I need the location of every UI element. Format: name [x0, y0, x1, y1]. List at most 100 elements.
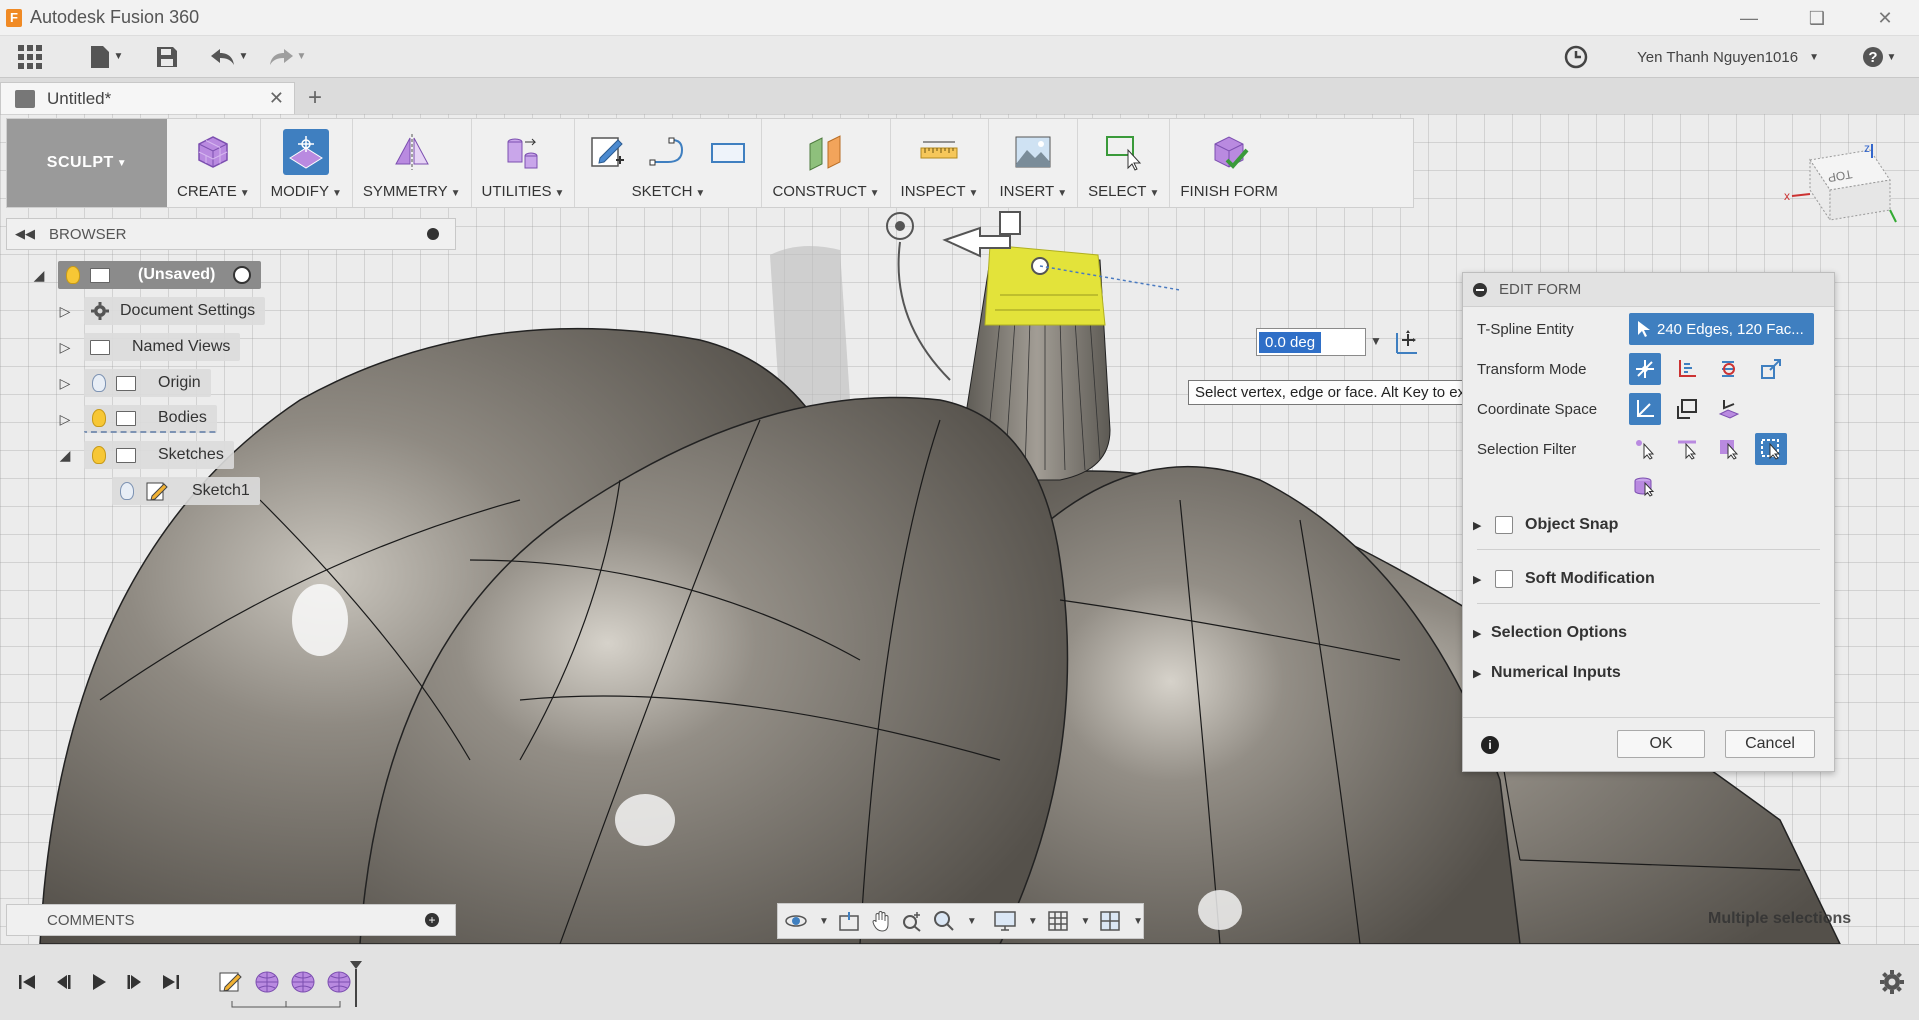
user-name[interactable]: Yen Thanh Nguyen1016	[1637, 49, 1798, 66]
help-button[interactable]: ? ▼	[1859, 36, 1899, 78]
rotate-icon[interactable]	[1713, 353, 1745, 385]
orbit-icon[interactable]	[784, 907, 808, 935]
chevron-down-icon[interactable]: ▼	[1809, 52, 1819, 63]
expand-arrow-icon[interactable]: ▷	[56, 339, 74, 356]
symmetry-icon[interactable]	[389, 129, 435, 175]
edge-filter-icon[interactable]	[1671, 433, 1703, 465]
zoom-icon[interactable]	[900, 907, 924, 935]
edit-form-header[interactable]: EDIT FORM	[1463, 273, 1834, 307]
go-to-end-button[interactable]	[156, 967, 186, 997]
visibility-bulb-icon[interactable]	[120, 482, 134, 500]
create-box-icon[interactable]	[190, 129, 236, 175]
browser-panel-header[interactable]: ◀◀ BROWSER	[6, 218, 456, 250]
add-comment-icon[interactable]: +	[425, 913, 439, 927]
workspace-switcher[interactable]: SCULPT ▼	[7, 119, 167, 207]
visibility-bulb-icon[interactable]	[92, 446, 106, 464]
tree-node-root[interactable]: ◢ (Unsaved)	[30, 260, 262, 290]
undo-button[interactable]: ▼	[204, 36, 254, 78]
create-group[interactable]: CREATE ▼	[167, 119, 261, 207]
translate-icon[interactable]	[1671, 353, 1703, 385]
chevron-down-icon[interactable]: ▼	[1133, 916, 1143, 927]
object-snap-checkbox[interactable]	[1495, 516, 1513, 534]
collapse-dialog-icon[interactable]	[1473, 282, 1487, 297]
measure-ruler-icon[interactable]	[916, 129, 962, 175]
construct-group[interactable]: CONSTRUCT ▼	[762, 119, 891, 207]
chevron-down-icon[interactable]: ▼	[1370, 334, 1382, 348]
step-forward-button[interactable]	[120, 967, 150, 997]
step-back-button[interactable]	[48, 967, 78, 997]
minimize-button[interactable]: —	[1715, 0, 1783, 36]
tree-node-named-views[interactable]: ▷ Named Views	[56, 332, 241, 362]
select-group[interactable]: SELECT ▼	[1078, 119, 1171, 207]
viewports-icon[interactable]	[1098, 907, 1122, 935]
local-space-icon[interactable]	[1713, 393, 1745, 425]
construct-plane-icon[interactable]	[803, 129, 849, 175]
multi-transform-icon[interactable]	[1629, 353, 1661, 385]
chevron-down-icon[interactable]: ▼	[967, 916, 977, 927]
chevron-down-icon[interactable]: ▼	[1080, 916, 1090, 927]
sketch-rectangle-icon[interactable]	[705, 129, 751, 175]
job-status-button[interactable]	[1551, 36, 1601, 78]
display-settings-icon[interactable]	[993, 907, 1017, 935]
cancel-button[interactable]: Cancel	[1725, 730, 1815, 758]
manipulator-options-icon[interactable]	[1394, 330, 1420, 356]
collapse-browser-icon[interactable]: ◀◀	[15, 226, 35, 242]
numerical-inputs-section[interactable]: ▶ Numerical Inputs	[1463, 653, 1834, 693]
soft-modification-section[interactable]: ▶ Soft Modification	[1463, 559, 1834, 599]
tree-node-sketch1[interactable]: Sketch1	[112, 476, 260, 506]
visibility-bulb-icon[interactable]	[66, 266, 80, 284]
expand-arrow-icon[interactable]: ▶	[1473, 519, 1491, 532]
play-button[interactable]	[84, 967, 114, 997]
close-tab-icon[interactable]: ✕	[269, 88, 284, 109]
sketch-line-icon[interactable]	[645, 129, 691, 175]
document-tab[interactable]: Untitled* ✕	[0, 82, 295, 114]
object-snap-section[interactable]: ▶ Object Snap	[1463, 505, 1834, 545]
expand-arrow-icon[interactable]: ▷	[56, 375, 74, 392]
finish-form-group[interactable]: FINISH FORM	[1170, 119, 1288, 207]
timeline-marker[interactable]	[348, 959, 364, 1009]
insert-image-icon[interactable]	[1010, 129, 1056, 175]
pan-hand-icon[interactable]	[869, 907, 893, 935]
tree-node-sketches[interactable]: ◢ Sketches	[56, 440, 234, 470]
browser-minimize-icon[interactable]	[427, 228, 439, 240]
close-window-button[interactable]: ✕	[1851, 0, 1919, 36]
symmetry-group[interactable]: SYMMETRY ▼	[353, 119, 472, 207]
angle-input[interactable]: 0.0 deg	[1256, 328, 1366, 356]
face-filter-icon[interactable]	[1713, 433, 1745, 465]
activate-radio-icon[interactable]	[233, 266, 252, 284]
world-space-icon[interactable]	[1629, 393, 1661, 425]
expand-arrow-icon[interactable]: ▷	[56, 411, 74, 428]
restore-button[interactable]: ❑	[1783, 0, 1851, 36]
timeline-sketch-feature[interactable]	[216, 967, 246, 997]
chevron-down-icon[interactable]: ▼	[819, 916, 829, 927]
data-panel-button[interactable]	[0, 36, 60, 78]
tree-node-document-settings[interactable]: ▷ Document Settings	[56, 296, 266, 326]
body-filter-icon[interactable]	[1629, 469, 1661, 501]
expand-arrow-icon[interactable]: ▶	[1473, 667, 1491, 680]
finish-form-icon[interactable]	[1206, 129, 1252, 175]
tree-node-origin[interactable]: ▷ Origin	[56, 368, 211, 398]
info-icon[interactable]: i	[1481, 735, 1499, 754]
selection-options-section[interactable]: ▶ Selection Options	[1463, 613, 1834, 653]
vertex-filter-icon[interactable]	[1629, 433, 1661, 465]
sketch-group[interactable]: SKETCH ▼	[575, 119, 763, 207]
soft-modification-checkbox[interactable]	[1495, 570, 1513, 588]
comments-panel-header[interactable]: COMMENTS +	[6, 904, 456, 936]
expand-arrow-icon[interactable]: ▶	[1473, 573, 1491, 586]
insert-group[interactable]: INSERT ▼	[989, 119, 1079, 207]
collapse-arrow-icon[interactable]: ◢	[56, 447, 74, 464]
expand-arrow-icon[interactable]: ◢	[30, 267, 48, 284]
modify-group[interactable]: MODIFY ▼	[261, 119, 353, 207]
look-at-icon[interactable]	[837, 907, 861, 935]
timeline-form-feature[interactable]	[288, 967, 318, 997]
visibility-bulb-icon[interactable]	[92, 374, 106, 392]
view-space-icon[interactable]	[1671, 393, 1703, 425]
utilities-icon[interactable]	[500, 129, 546, 175]
inspect-group[interactable]: INSPECT ▼	[891, 119, 990, 207]
select-cursor-icon[interactable]	[1101, 129, 1147, 175]
file-menu-button[interactable]: ▼	[76, 36, 136, 78]
tree-node-bodies[interactable]: ▷ Bodies	[56, 404, 217, 434]
all-filter-icon[interactable]	[1755, 433, 1787, 465]
ok-button[interactable]: OK	[1617, 730, 1705, 758]
zoom-window-icon[interactable]	[932, 907, 956, 935]
